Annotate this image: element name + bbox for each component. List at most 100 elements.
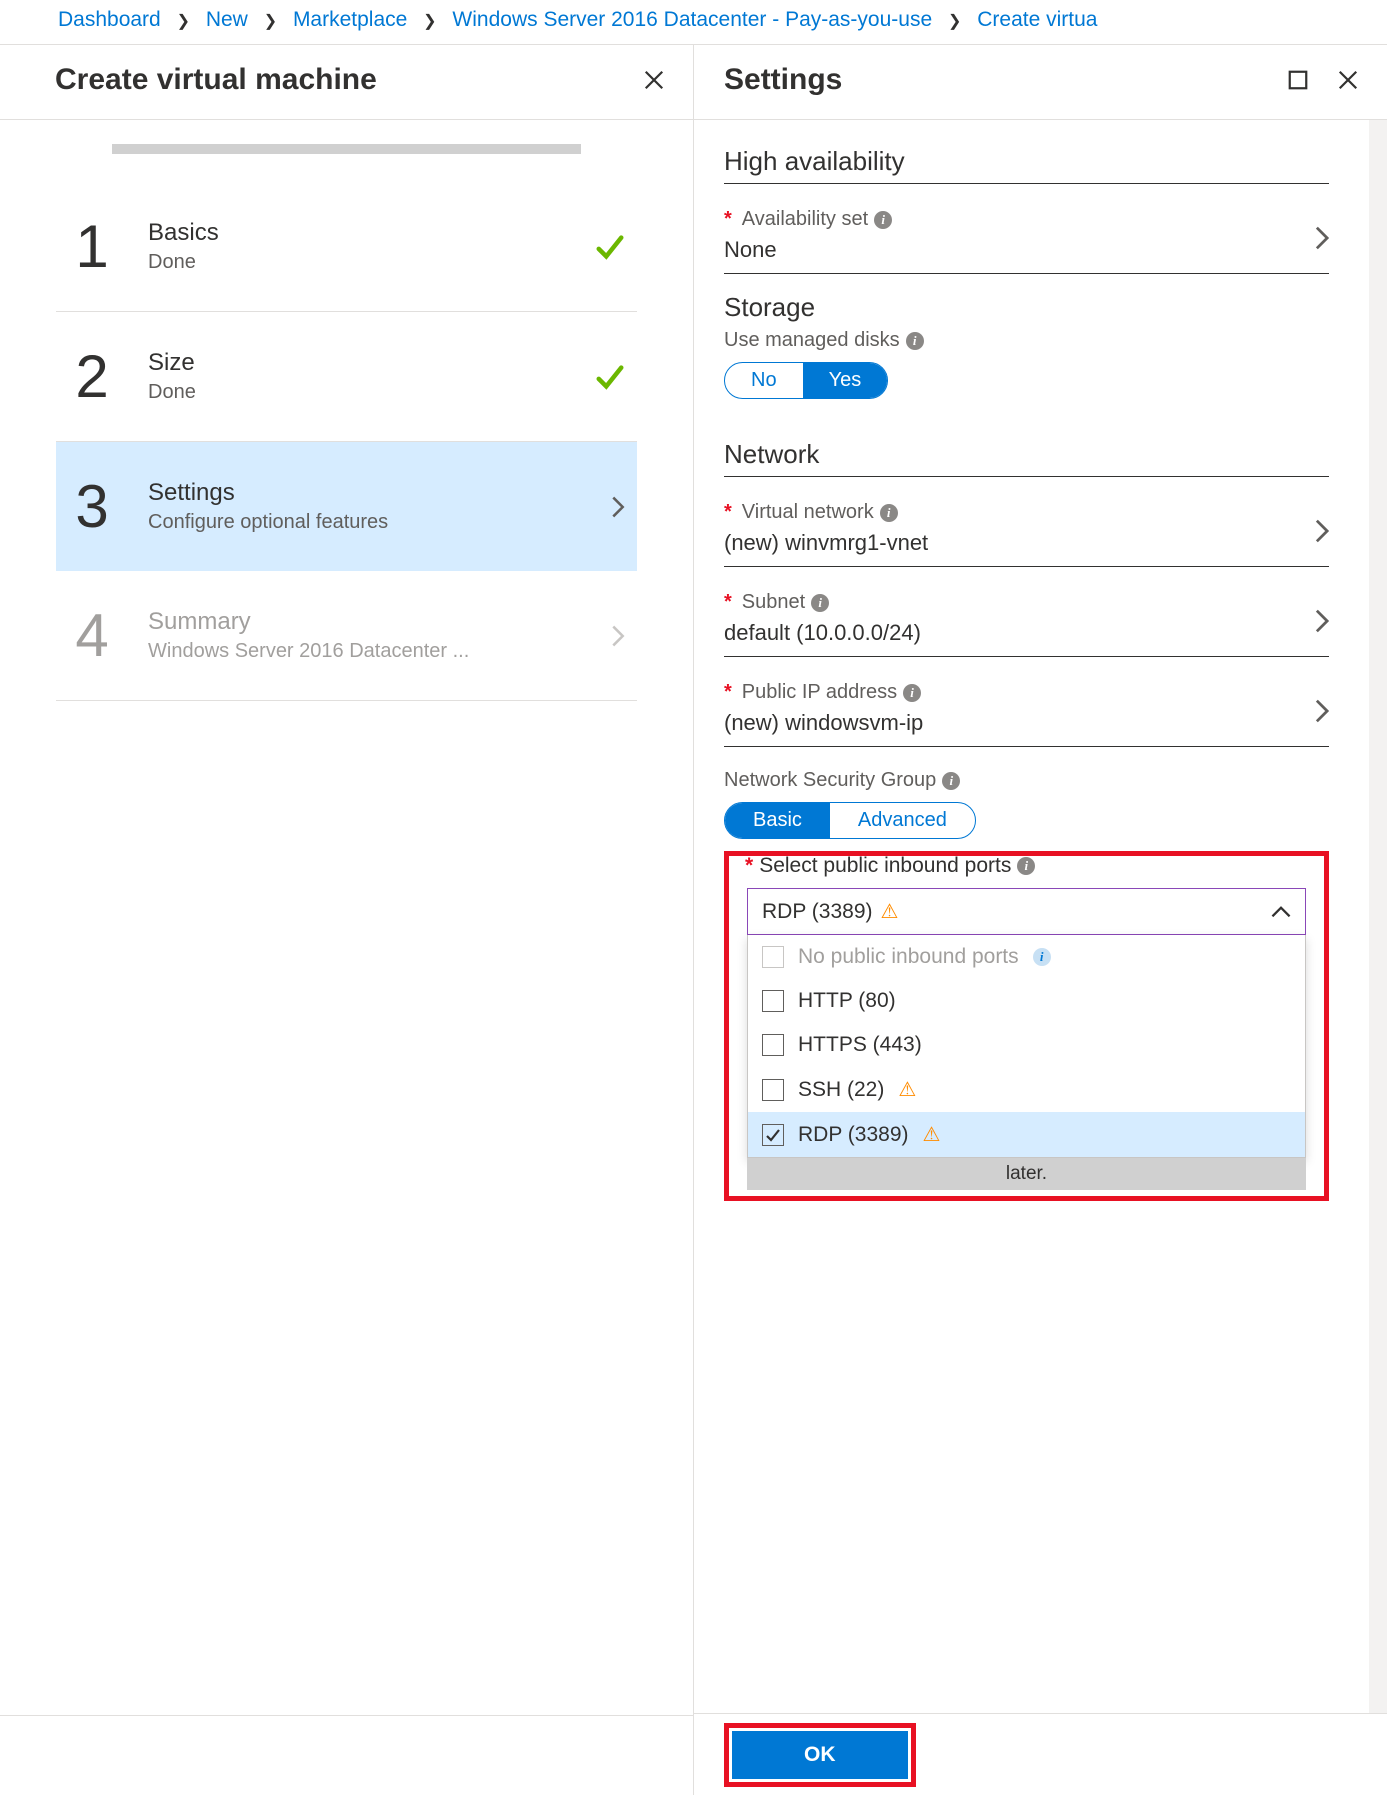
- port-option-rdp[interactable]: RDP (3389) ⚠: [748, 1112, 1305, 1157]
- port-option-http[interactable]: HTTP (80): [748, 979, 1305, 1023]
- restore-window-icon[interactable]: [1287, 69, 1309, 91]
- field-label: Virtual network: [742, 501, 874, 524]
- step-title: Size: [148, 349, 559, 377]
- toggle-yes[interactable]: Yes: [803, 363, 888, 398]
- inbound-ports-options: No public inbound ports i HTTP (80) HTTP…: [747, 935, 1306, 1158]
- breadcrumb: Dashboard ❯ New ❯ Marketplace ❯ Windows …: [0, 0, 1387, 45]
- chevron-right-icon: [1315, 609, 1329, 633]
- blade-title: Settings: [724, 63, 842, 97]
- info-icon[interactable]: i: [880, 504, 898, 522]
- info-icon[interactable]: i: [1033, 948, 1051, 966]
- option-label: HTTPS (443): [798, 1033, 922, 1057]
- info-icon[interactable]: i: [811, 594, 829, 612]
- field-value: default (10.0.0.0/24): [724, 620, 1329, 646]
- option-label: HTTP (80): [798, 989, 896, 1013]
- section-network: Network: [724, 439, 1329, 470]
- warning-icon: ⚠: [923, 1122, 941, 1147]
- inbound-ports-dropdown[interactable]: RDP (3389) ⚠: [747, 888, 1306, 935]
- obscured-content: later.: [747, 1158, 1306, 1190]
- field-virtual-network[interactable]: * Virtual network i (new) winvmrg1-vnet: [724, 495, 1329, 567]
- option-label: RDP (3389): [798, 1123, 909, 1147]
- warning-icon: ⚠: [881, 899, 899, 924]
- info-icon[interactable]: i: [903, 684, 921, 702]
- blade-title: Create virtual machine: [55, 63, 377, 97]
- nsg-toggle[interactable]: Basic Advanced: [724, 802, 976, 839]
- option-label: SSH (22): [798, 1078, 884, 1102]
- create-vm-blade: Create virtual machine 1 Basics Done: [0, 45, 694, 1795]
- step-summary: 4 Summary Windows Server 2016 Datacenter…: [56, 571, 637, 701]
- port-option-none: No public inbound ports i: [748, 935, 1305, 979]
- info-icon[interactable]: i: [906, 332, 924, 350]
- checkbox[interactable]: [762, 1124, 784, 1146]
- field-label: Public IP address: [742, 681, 897, 704]
- blade-footer: [0, 1715, 693, 1795]
- checkbox[interactable]: [762, 1034, 784, 1056]
- step-number: 4: [72, 601, 112, 670]
- field-label: Subnet: [742, 591, 805, 614]
- step-number: 1: [72, 212, 112, 281]
- step-number: 2: [72, 342, 112, 411]
- chevron-right-icon: [611, 625, 625, 647]
- scrollbar-placeholder: [112, 144, 581, 154]
- dropdown-selected-value: RDP (3389): [762, 900, 873, 924]
- field-value: None: [724, 237, 1329, 263]
- chevron-right-icon: [1315, 226, 1329, 250]
- step-basics[interactable]: 1 Basics Done: [56, 182, 637, 312]
- managed-disks-label: Use managed disks: [724, 329, 900, 352]
- chevron-right-icon: [611, 496, 625, 518]
- field-availability-set[interactable]: * Availability set i None: [724, 202, 1329, 274]
- chevron-right-icon: ❯: [177, 13, 190, 30]
- step-subtitle: Done: [148, 381, 559, 404]
- step-title: Summary: [148, 608, 575, 636]
- breadcrumb-item[interactable]: New: [206, 8, 248, 31]
- info-icon[interactable]: i: [1017, 857, 1035, 875]
- checkbox[interactable]: [762, 990, 784, 1012]
- breadcrumb-item[interactable]: Marketplace: [293, 8, 407, 31]
- info-icon[interactable]: i: [874, 211, 892, 229]
- chevron-up-icon: [1271, 905, 1291, 919]
- settings-blade: Settings ▲ ▼ High availability * Availab…: [694, 45, 1387, 1795]
- ok-button-highlight: OK: [724, 1723, 916, 1787]
- step-subtitle: Done: [148, 251, 559, 274]
- section-high-availability: High availability: [724, 146, 1329, 177]
- port-option-https[interactable]: HTTPS (443): [748, 1023, 1305, 1067]
- step-subtitle: Windows Server 2016 Datacenter ...: [148, 640, 575, 663]
- step-title: Basics: [148, 219, 559, 247]
- section-storage: Storage: [724, 292, 1329, 323]
- option-label: No public inbound ports: [798, 945, 1019, 969]
- later-text: later.: [1006, 1163, 1047, 1185]
- chevron-right-icon: ❯: [264, 13, 277, 30]
- ok-button[interactable]: OK: [732, 1731, 908, 1779]
- step-subtitle: Configure optional features: [148, 511, 575, 534]
- port-option-ssh[interactable]: SSH (22) ⚠: [748, 1067, 1305, 1112]
- chevron-right-icon: ❯: [948, 13, 961, 30]
- check-icon: [595, 232, 625, 262]
- chevron-right-icon: [1315, 519, 1329, 543]
- step-size[interactable]: 2 Size Done: [56, 312, 637, 442]
- step-settings[interactable]: 3 Settings Configure optional features: [56, 442, 637, 571]
- warning-icon: ⚠: [898, 1077, 916, 1102]
- checkbox[interactable]: [762, 1079, 784, 1101]
- info-icon[interactable]: i: [942, 772, 960, 790]
- close-icon[interactable]: [1337, 69, 1359, 91]
- field-value: (new) winvmrg1-vnet: [724, 530, 1329, 556]
- breadcrumb-item[interactable]: Create virtua: [977, 8, 1097, 31]
- toggle-basic[interactable]: Basic: [725, 803, 830, 838]
- field-label: Availability set: [742, 208, 868, 231]
- field-value: (new) windowsvm-ip: [724, 710, 1329, 736]
- toggle-advanced[interactable]: Advanced: [830, 803, 975, 838]
- field-public-ip[interactable]: * Public IP address i (new) windowsvm-ip: [724, 675, 1329, 747]
- breadcrumb-item[interactable]: Windows Server 2016 Datacenter - Pay-as-…: [452, 8, 932, 31]
- chevron-right-icon: ❯: [423, 13, 436, 30]
- step-title: Settings: [148, 479, 575, 507]
- close-icon[interactable]: [643, 69, 665, 91]
- check-icon: [595, 362, 625, 392]
- toggle-no[interactable]: No: [725, 363, 803, 398]
- chevron-right-icon: [1315, 699, 1329, 723]
- checkbox: [762, 946, 784, 968]
- inbound-ports-highlight: Select public inbound ports i RDP (3389)…: [724, 851, 1329, 1201]
- managed-disks-toggle[interactable]: No Yes: [724, 362, 888, 399]
- field-subnet[interactable]: * Subnet i default (10.0.0.0/24): [724, 585, 1329, 657]
- settings-footer: OK: [694, 1713, 1387, 1795]
- breadcrumb-item[interactable]: Dashboard: [58, 8, 161, 31]
